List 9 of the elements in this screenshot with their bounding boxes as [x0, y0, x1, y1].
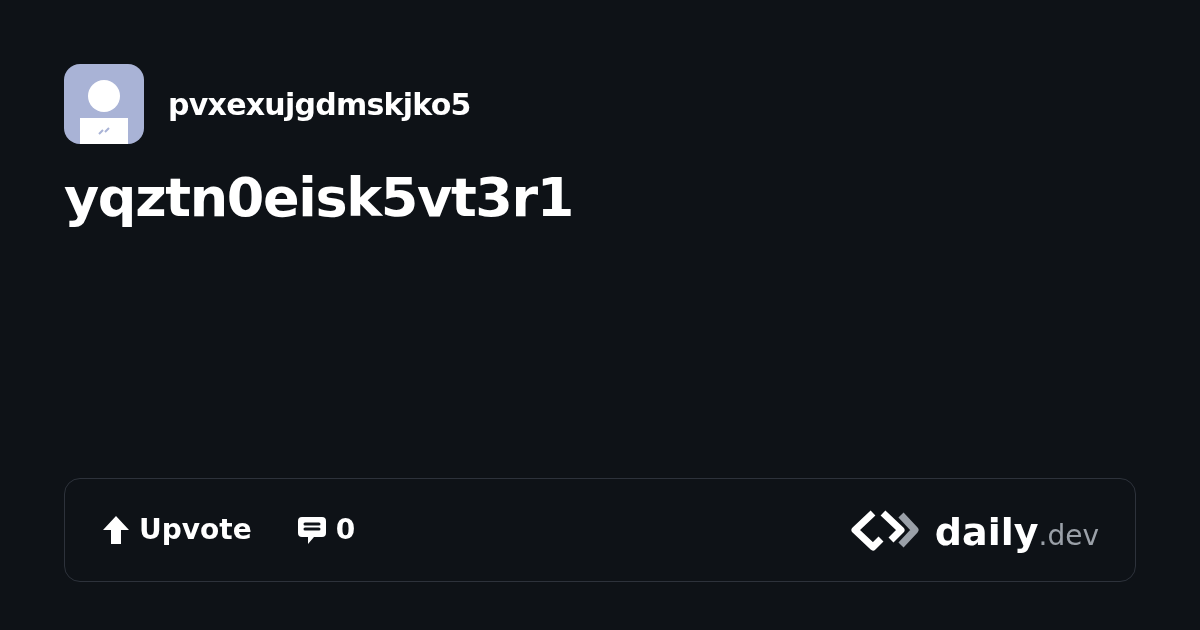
upvote-button[interactable]: Upvote	[101, 509, 252, 551]
post-title: yqztn0eisk5vt3r1	[64, 165, 575, 231]
author-username[interactable]: pvxexujgdmskjko5	[168, 81, 471, 127]
comment-icon	[295, 514, 328, 546]
comments-button[interactable]: 0	[295, 509, 356, 551]
arrow-up-icon	[101, 514, 131, 546]
avatar-icon	[64, 64, 144, 144]
logo-name: daily	[934, 513, 1039, 551]
logo-suffix: .dev	[1038, 522, 1099, 550]
